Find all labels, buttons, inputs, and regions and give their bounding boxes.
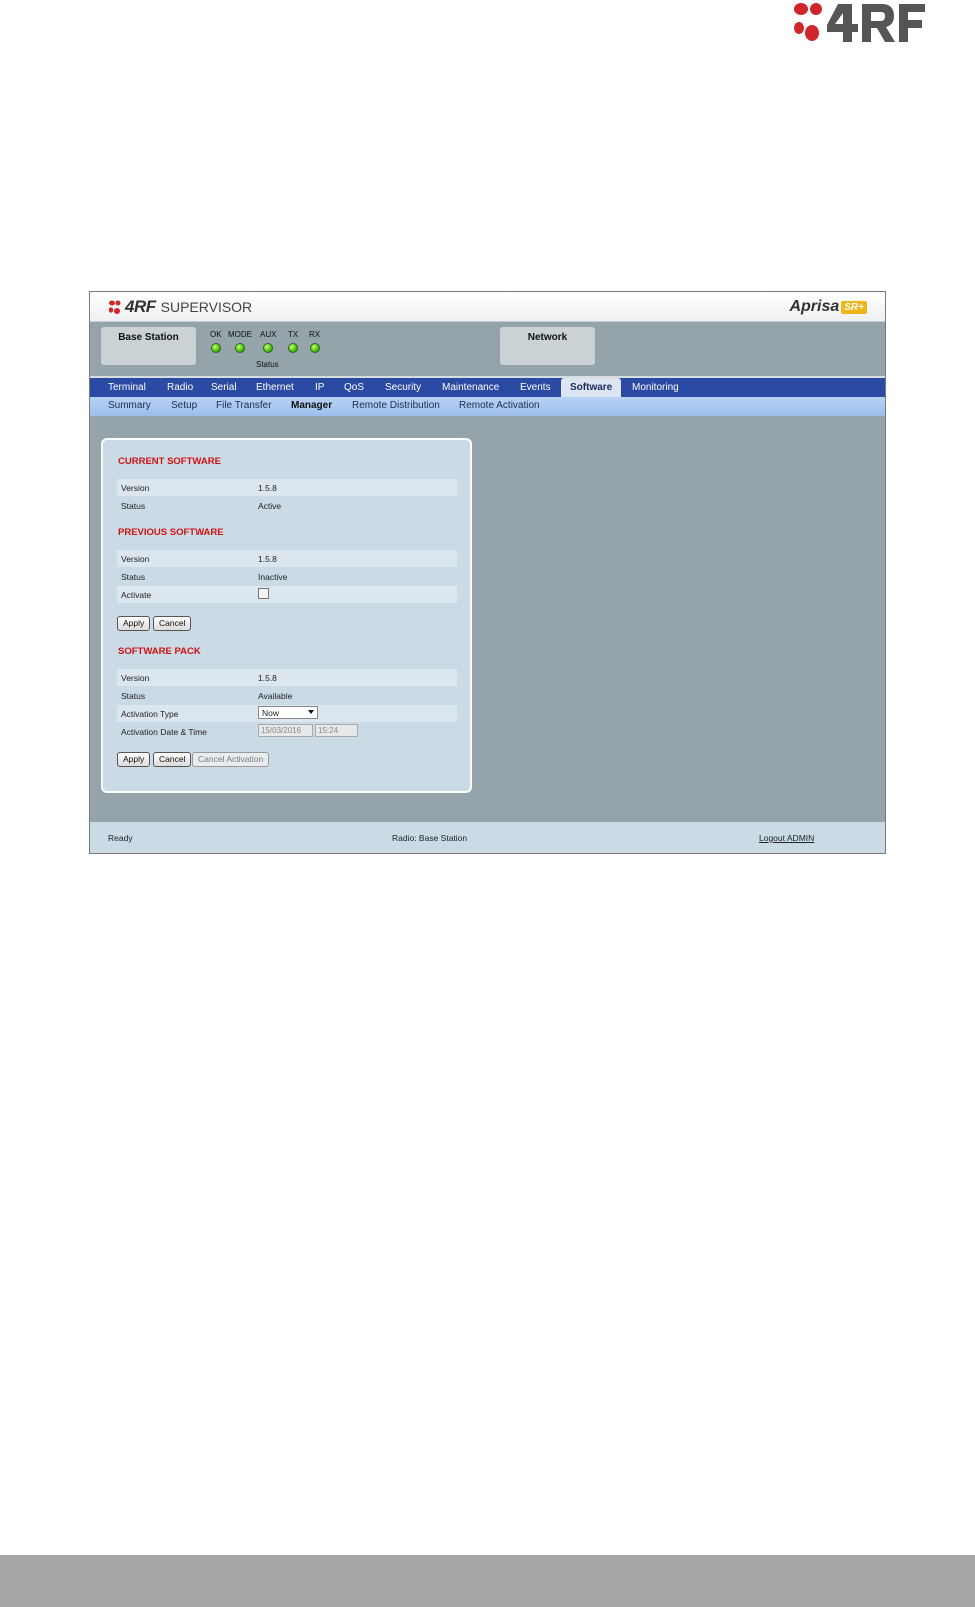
previous-version-value: 1.5.8	[258, 554, 277, 564]
chevron-down-icon	[308, 710, 314, 714]
activate-label: Activate	[121, 590, 152, 600]
pack-status-label: Status	[121, 691, 146, 701]
activation-datetime-label: Activation Date & Time	[121, 727, 207, 737]
aprisa-logo: Aprisa SR+	[789, 298, 867, 316]
sub-nav: Summary Setup File Transfer Manager Remo…	[90, 397, 885, 416]
led-rx: RX	[309, 330, 320, 353]
status-bar: Base Station OK MODE AUX TX RX Status Ne…	[90, 322, 885, 378]
led-ok-icon	[210, 343, 221, 353]
current-status-row: Status Active	[117, 497, 457, 514]
current-version-label: Version	[121, 483, 150, 493]
subnav-manager[interactable]: Manager	[291, 397, 332, 416]
previous-version-row: Version 1.5.8	[117, 550, 457, 567]
previous-status-value: Inactive	[258, 572, 288, 582]
activation-type-label: Activation Type	[121, 709, 179, 719]
previous-version-label: Version	[121, 554, 150, 564]
footer-state: Ready	[108, 833, 133, 843]
nav-maintenance[interactable]: Maintenance	[442, 378, 499, 397]
status-footer: Ready Radio: Base Station Logout ADMIN	[90, 822, 885, 853]
led-aux: AUX	[260, 330, 276, 353]
station-box[interactable]: Base Station	[101, 327, 196, 365]
aprisa-text: Aprisa	[789, 298, 840, 315]
nav-terminal[interactable]: Terminal	[108, 378, 146, 397]
main-nav: Terminal Radio Serial Ethernet IP QoS Se…	[90, 378, 885, 397]
app-brand: 4RF	[125, 297, 156, 316]
app-titlebar: 4RF SUPERVISOR Aprisa SR+	[90, 292, 885, 322]
subnav-summary[interactable]: Summary	[108, 397, 151, 416]
led-mode: MODE	[228, 330, 252, 353]
subnav-remote-distribution[interactable]: Remote Distribution	[352, 397, 440, 416]
led-aux-icon	[263, 343, 274, 353]
previous-software-title: PREVIOUS SOFTWARE	[118, 527, 224, 538]
nav-radio[interactable]: Radio	[167, 378, 193, 397]
pack-status-value: Available	[258, 691, 293, 701]
current-status-value: Active	[258, 501, 282, 511]
pack-version-value: 1.5.8	[258, 673, 277, 683]
pack-version-row: Version 1.5.8	[117, 669, 457, 686]
previous-status-label: Status	[121, 572, 146, 582]
subnav-remote-activation[interactable]: Remote Activation	[459, 397, 540, 416]
previous-cancel-button[interactable]: Cancel	[153, 616, 192, 631]
activation-date-field[interactable]: 15/03/2016	[258, 724, 313, 737]
pack-status-row: Status Available	[117, 687, 457, 704]
app-product-name: SUPERVISOR	[160, 299, 253, 315]
software-pack-title: SOFTWARE PACK	[118, 646, 201, 657]
nav-monitoring[interactable]: Monitoring	[632, 378, 679, 397]
current-status-label: Status	[121, 501, 146, 511]
led-rx-icon	[309, 343, 320, 353]
current-software-title: CURRENT SOFTWARE	[118, 456, 221, 467]
subnav-file-transfer[interactable]: File Transfer	[216, 397, 272, 416]
aprisa-badge: SR+	[841, 300, 867, 314]
led-mode-icon	[235, 343, 245, 353]
network-box[interactable]: Network	[500, 327, 595, 365]
activate-row: Activate	[117, 586, 457, 603]
led-tx: TX	[288, 330, 298, 353]
nav-security[interactable]: Security	[385, 378, 421, 397]
activation-type-value: Now	[262, 708, 280, 718]
footer-radio: Radio: Base Station	[392, 833, 468, 843]
current-version-row: Version 1.5.8	[117, 479, 457, 496]
cancel-activation-button[interactable]: Cancel Activation	[192, 752, 270, 767]
activation-type-select[interactable]: Now	[258, 706, 318, 719]
nav-ip[interactable]: IP	[315, 378, 324, 397]
previous-status-row: Status Inactive	[117, 568, 457, 585]
nav-events[interactable]: Events	[520, 378, 551, 397]
nav-ethernet[interactable]: Ethernet	[256, 378, 294, 397]
led-ok: OK	[210, 330, 222, 353]
app-logo: 4RF SUPERVISOR	[108, 297, 252, 317]
previous-apply-button[interactable]: Apply	[117, 616, 151, 631]
brand-mark-icon	[108, 300, 121, 314]
pack-version-label: Version	[121, 673, 150, 683]
pack-apply-button[interactable]: Apply	[117, 752, 151, 767]
nav-qos[interactable]: QoS	[344, 378, 364, 397]
pack-cancel-button[interactable]: Cancel	[153, 752, 192, 767]
activation-type-row: Activation Type Now	[117, 705, 457, 722]
status-label: Status	[256, 360, 279, 369]
logout-link[interactable]: Logout ADMIN	[759, 833, 814, 843]
nav-serial[interactable]: Serial	[211, 378, 237, 397]
app-window: 4RF SUPERVISOR Aprisa SR+ Base Station O…	[89, 291, 886, 854]
software-manager-panel: CURRENT SOFTWARE Version 1.5.8 Status Ac…	[101, 438, 472, 793]
activate-checkbox[interactable]	[258, 588, 269, 599]
current-version-value: 1.5.8	[258, 483, 277, 493]
page-footer-band	[0, 1555, 975, 1607]
led-tx-icon	[288, 343, 299, 353]
nav-software[interactable]: Software	[561, 378, 622, 397]
subnav-setup[interactable]: Setup	[171, 397, 197, 416]
brand-logo	[790, 0, 965, 48]
activation-time-field[interactable]: 15:24	[315, 724, 358, 737]
activation-datetime-row: Activation Date & Time 15/03/2016 15:24	[117, 723, 457, 740]
